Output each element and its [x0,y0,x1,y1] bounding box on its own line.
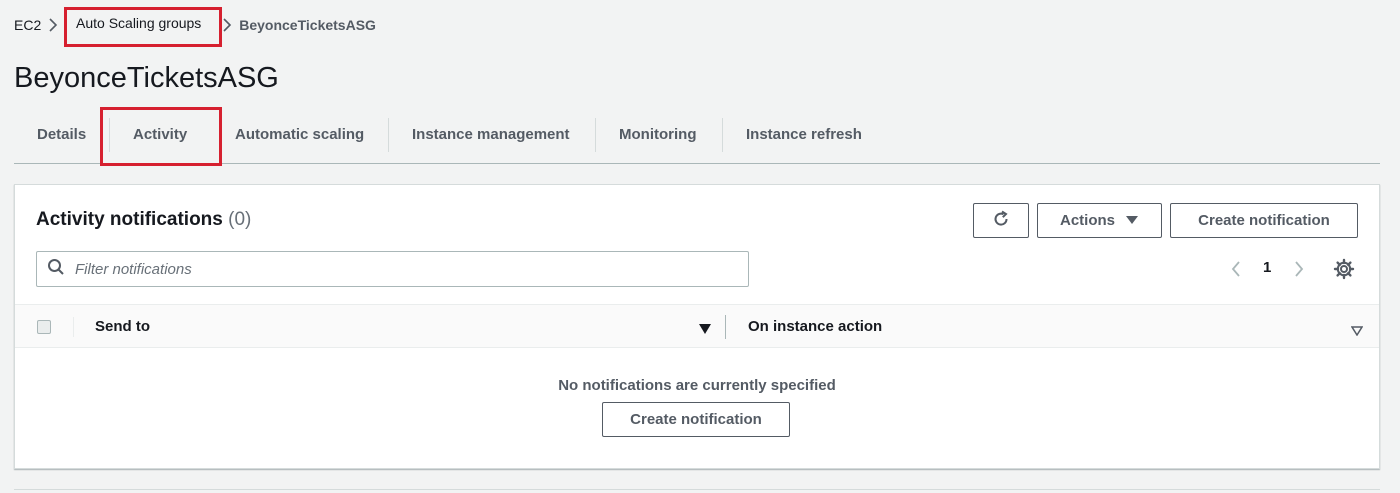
current-page-number[interactable]: 1 [1263,259,1271,276]
filter-notifications-field[interactable] [36,251,749,287]
column-header-send-to[interactable]: Send to [95,318,150,335]
tab-divider [388,118,389,152]
column-divider [73,317,74,337]
caret-down-icon [1125,212,1139,229]
tab-automatic-scaling[interactable]: Automatic scaling [235,112,364,156]
empty-state-create-notification-button[interactable]: Create notification [602,402,790,437]
panel-title: Activity notifications (0) [36,209,251,231]
previous-page-icon[interactable] [1229,257,1243,281]
notification-count: (0) [228,209,252,230]
tab-instance-management[interactable]: Instance management [412,112,570,156]
tab-details[interactable]: Details [37,112,86,156]
search-icon [47,258,65,281]
chevron-right-icon [41,14,65,36]
refresh-button[interactable] [973,203,1029,238]
highlight-box [64,7,222,47]
divider [14,489,1380,490]
refresh-icon [991,209,1011,233]
create-notification-button[interactable]: Create notification [1170,203,1358,238]
select-all-checkbox[interactable] [37,320,51,334]
breadcrumb-current: BeyonceTicketsASG [239,17,376,33]
tab-instance-refresh[interactable]: Instance refresh [746,112,862,156]
tab-monitoring[interactable]: Monitoring [619,112,696,156]
panel-title-text: Activity notifications [36,209,223,230]
activity-notifications-panel: Activity notifications (0) Actions Creat… [14,184,1380,469]
table-header: Send to On instance action [15,304,1379,348]
actions-button-label: Actions [1059,212,1115,229]
highlight-box [100,107,222,166]
empty-state-message: No notifications are currently specified [558,377,836,394]
column-header-on-instance-action[interactable]: On instance action [748,318,882,335]
sort-down-icon[interactable] [1350,323,1364,341]
breadcrumb-ec2-link[interactable]: EC2 [14,17,41,33]
sort-down-icon[interactable] [698,322,712,340]
column-divider[interactable] [725,315,726,339]
gear-icon[interactable] [1333,258,1355,285]
filter-notifications-input[interactable] [75,260,715,278]
actions-dropdown-button[interactable]: Actions [1037,203,1162,238]
tab-divider [722,118,723,152]
next-page-icon[interactable] [1292,257,1306,281]
page-title: BeyonceTicketsASG [14,62,279,94]
tab-divider [595,118,596,152]
